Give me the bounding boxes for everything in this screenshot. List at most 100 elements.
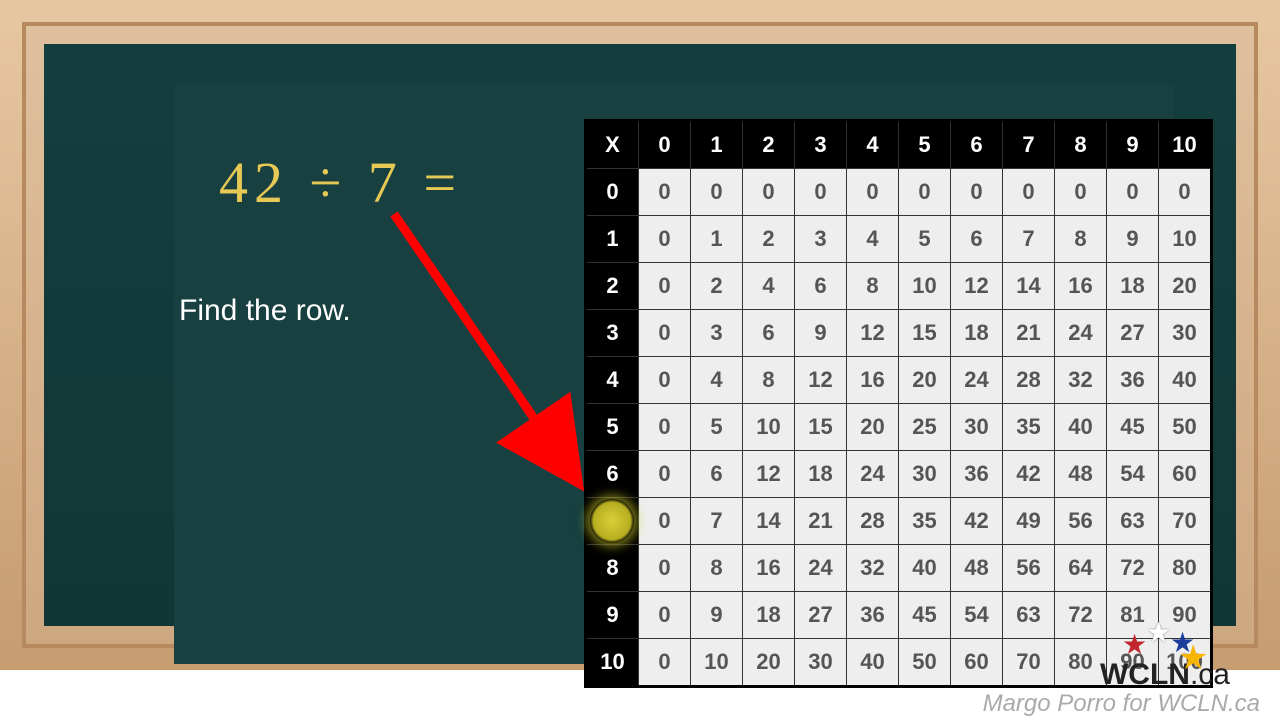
table-cell: 12 [951, 263, 1003, 310]
table-cell: 20 [847, 404, 899, 451]
table-cell: 4 [691, 357, 743, 404]
table-cell: 15 [899, 310, 951, 357]
table-cell: 50 [1159, 404, 1212, 451]
logo-stars-icon: ★ ★ ★ ★ [1120, 618, 1210, 658]
table-cell: 0 [639, 545, 691, 592]
table-cell: 20 [743, 639, 795, 687]
row-header: 8 [586, 545, 639, 592]
table-cell: 48 [1055, 451, 1107, 498]
table-cell: 0 [743, 169, 795, 216]
table-cell: 0 [847, 169, 899, 216]
row-header: 0 [586, 169, 639, 216]
table-cell: 80 [1159, 545, 1212, 592]
table-cell: 20 [899, 357, 951, 404]
table-cell: 4 [847, 216, 899, 263]
table-cell: 0 [1055, 169, 1107, 216]
table-cell: 20 [1159, 263, 1212, 310]
table-cell: 0 [639, 216, 691, 263]
chalkboard: 42 ÷ 7 = Find the row. X0123456789100000… [44, 44, 1236, 626]
table-cell: 45 [1107, 404, 1159, 451]
table-cell: 35 [899, 498, 951, 545]
table-cell: 50 [899, 639, 951, 687]
division-equation: 42 ÷ 7 = [219, 149, 462, 216]
col-header: 6 [951, 121, 1003, 169]
table-cell: 60 [951, 639, 1003, 687]
table-corner: X [586, 121, 639, 169]
row-header: 4 [586, 357, 639, 404]
table-cell: 25 [899, 404, 951, 451]
table-cell: 0 [899, 169, 951, 216]
table-cell: 8 [743, 357, 795, 404]
col-header: 9 [1107, 121, 1159, 169]
col-header: 7 [1003, 121, 1055, 169]
table-cell: 0 [639, 263, 691, 310]
table-cell: 72 [1107, 545, 1159, 592]
table-cell: 4 [743, 263, 795, 310]
table-cell: 6 [691, 451, 743, 498]
table-cell: 24 [847, 451, 899, 498]
table-cell: 48 [951, 545, 1003, 592]
table-cell: 14 [743, 498, 795, 545]
row-header: 10 [586, 639, 639, 687]
table-cell: 49 [1003, 498, 1055, 545]
table-cell: 0 [639, 310, 691, 357]
table-cell: 63 [1003, 592, 1055, 639]
row-header: 3 [586, 310, 639, 357]
table-cell: 35 [1003, 404, 1055, 451]
table-cell: 16 [1055, 263, 1107, 310]
table-cell: 56 [1055, 498, 1107, 545]
table-cell: 0 [1003, 169, 1055, 216]
table-cell: 18 [743, 592, 795, 639]
table-cell: 10 [1159, 216, 1212, 263]
multiplication-table: X012345678910000000000000101234567891020… [584, 119, 1213, 688]
table-cell: 16 [743, 545, 795, 592]
col-header: 5 [899, 121, 951, 169]
table-cell: 64 [1055, 545, 1107, 592]
table-cell: 0 [1107, 169, 1159, 216]
table-cell: 42 [951, 498, 1003, 545]
table-cell: 2 [691, 263, 743, 310]
table-cell: 8 [1055, 216, 1107, 263]
col-header: 0 [639, 121, 691, 169]
table-cell: 30 [899, 451, 951, 498]
row-header: 5 [586, 404, 639, 451]
instruction-text: Find the row. [179, 294, 351, 328]
table-cell: 3 [691, 310, 743, 357]
table-cell: 36 [951, 451, 1003, 498]
table-cell: 7 [691, 498, 743, 545]
table-cell: 18 [1107, 263, 1159, 310]
table-cell: 56 [1003, 545, 1055, 592]
table-cell: 42 [1003, 451, 1055, 498]
credit-text: Margo Porro for WCLN.ca [983, 690, 1260, 718]
table-cell: 0 [951, 169, 1003, 216]
table-cell: 40 [847, 639, 899, 687]
table-cell: 5 [691, 404, 743, 451]
table-cell: 14 [1003, 263, 1055, 310]
table-cell: 5 [899, 216, 951, 263]
table-cell: 36 [847, 592, 899, 639]
table-cell: 24 [795, 545, 847, 592]
table-cell: 2 [743, 216, 795, 263]
table-cell: 6 [951, 216, 1003, 263]
table-cell: 63 [1107, 498, 1159, 545]
table-cell: 15 [795, 404, 847, 451]
table-cell: 10 [743, 404, 795, 451]
table-cell: 0 [795, 169, 847, 216]
table-cell: 0 [639, 169, 691, 216]
table-cell: 36 [1107, 357, 1159, 404]
table-cell: 3 [795, 216, 847, 263]
row-header: 6 [586, 451, 639, 498]
table-cell: 54 [1107, 451, 1159, 498]
row-header: 2 [586, 263, 639, 310]
table-cell: 0 [639, 451, 691, 498]
table-cell: 18 [951, 310, 1003, 357]
table-cell: 0 [639, 639, 691, 687]
col-header: 3 [795, 121, 847, 169]
table-cell: 0 [639, 357, 691, 404]
row-header: 1 [586, 216, 639, 263]
table-cell: 40 [1055, 404, 1107, 451]
table-cell: 8 [847, 263, 899, 310]
table-cell: 10 [899, 263, 951, 310]
table-cell: 8 [691, 545, 743, 592]
table-cell: 80 [1055, 639, 1107, 687]
